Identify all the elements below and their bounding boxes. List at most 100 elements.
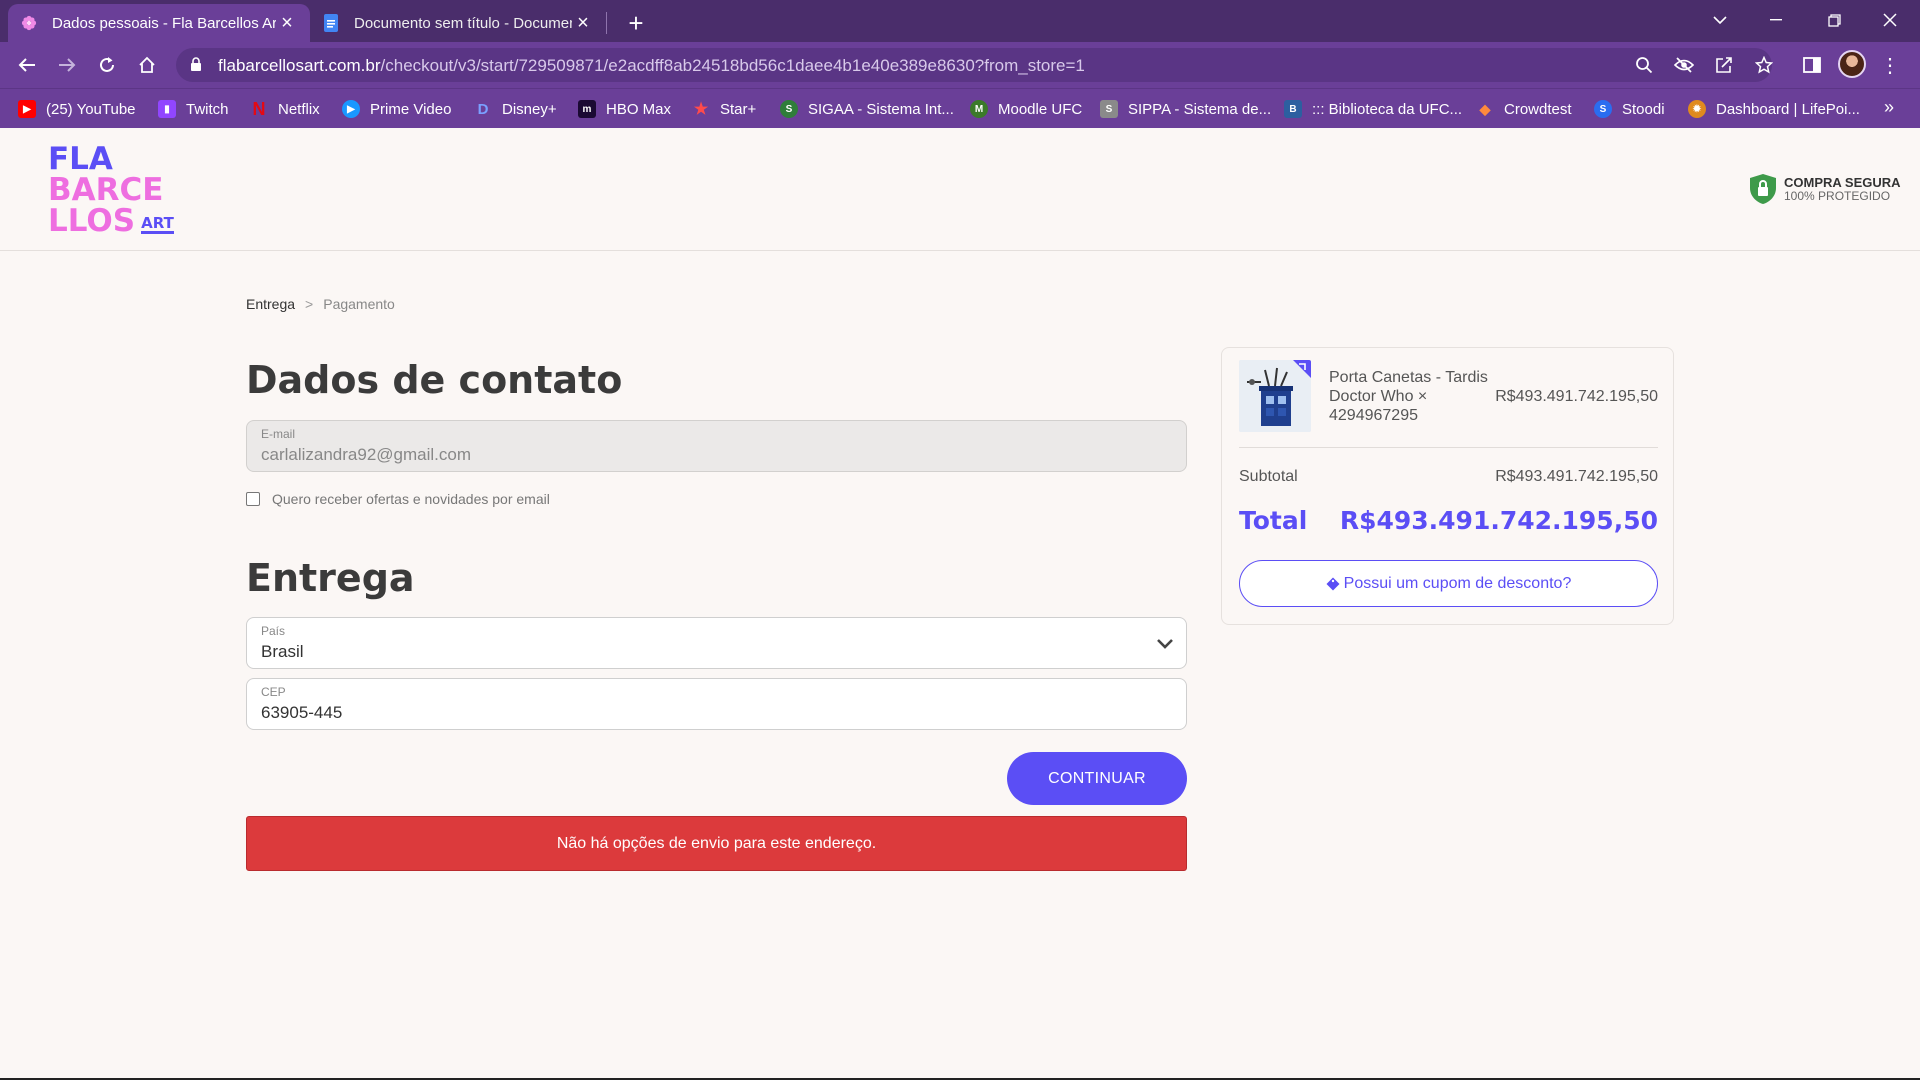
subtotal-label: Subtotal	[1239, 468, 1298, 485]
bookmark-sippa[interactable]: S SIPPA - Sistema de...	[1100, 97, 1271, 121]
store-logo[interactable]: FLA BARCE LLOS ART	[48, 144, 174, 237]
shield-lock-icon	[1750, 174, 1776, 204]
bookmark-label: Disney+	[502, 100, 557, 118]
home-icon[interactable]	[131, 49, 163, 81]
reload-icon[interactable]	[91, 49, 123, 81]
country-value: Brasil	[261, 642, 304, 661]
lock-icon[interactable]	[190, 57, 202, 77]
secure-purchase-badge: COMPRA SEGURA 100% PROTEGIDO	[1748, 173, 1901, 205]
moodle-icon: M	[970, 100, 988, 118]
email-field[interactable]: E-mail carlalizandra92@gmail.com	[246, 420, 1187, 472]
browser-menu-icon[interactable]: ⋮	[1880, 50, 1900, 80]
twitch-icon: ▮	[158, 100, 176, 118]
url-path: /checkout/v3/start/729509871/e2acdff8ab2…	[380, 56, 1085, 75]
breadcrumb-pagamento: Pagamento	[323, 296, 395, 312]
sigaa-icon: S	[780, 100, 798, 118]
bookmark-sigaa[interactable]: S SIGAA - Sistema Int...	[780, 97, 954, 121]
new-tab-button[interactable]: +	[620, 7, 652, 39]
close-tab-icon[interactable]: ×	[276, 12, 298, 34]
bookmark-label: (25) YouTube	[46, 100, 136, 118]
continue-button[interactable]: CONTINUAR	[1007, 752, 1187, 805]
flower-favicon-icon	[20, 14, 38, 32]
bookmark-star-plus[interactable]: ★ Star+	[692, 97, 756, 121]
logo-line-3: LLOS	[48, 203, 136, 239]
site-header: FLA BARCE LLOS ART COMPRA SEGURA 100% PRO…	[0, 128, 1920, 251]
logo-line-2: BARCE	[48, 172, 164, 208]
forward-arrow-icon[interactable]	[51, 49, 83, 81]
bookmark-youtube[interactable]: ▶ (25) YouTube	[18, 97, 136, 121]
zoom-search-icon[interactable]	[1632, 53, 1656, 77]
sippa-icon: S	[1100, 100, 1118, 118]
breadcrumb: Entrega > Pagamento	[246, 296, 395, 312]
breadcrumb-separator: >	[305, 296, 314, 312]
eye-slash-icon[interactable]	[1672, 53, 1696, 77]
chevron-down-icon	[1157, 639, 1173, 649]
bookmark-label: Crowdtest	[1504, 100, 1572, 118]
bookmark-label: Prime Video	[370, 100, 452, 118]
tab-dados-pessoais[interactable]: Dados pessoais - Fla Barcellos Art ×	[8, 4, 310, 42]
bookmark-disney[interactable]: D Disney+	[474, 97, 557, 121]
tab-title: Documento sem título - Documentos Google	[354, 14, 572, 32]
tab-separator	[606, 12, 607, 34]
minimize-button[interactable]	[1756, 0, 1796, 40]
bookmark-prime-video[interactable]: ▶ Prime Video	[342, 97, 451, 121]
newsletter-checkbox[interactable]	[246, 492, 260, 506]
bookmark-moodle[interactable]: M Moodle UFC	[970, 97, 1082, 121]
product-price: R$493.491.742.195,50	[1495, 388, 1658, 405]
tab-search-chevron-icon[interactable]	[1700, 0, 1740, 40]
bookmark-label: Twitch	[186, 100, 229, 118]
coupon-label: Possui um cupom de desconto?	[1343, 574, 1572, 592]
bookmark-label: Netflix	[278, 100, 320, 118]
bookmark-lifepoints[interactable]: ✹ Dashboard | LifePoi...	[1688, 97, 1860, 121]
address-bar[interactable]: flabarcellosart.com.br/checkout/v3/start…	[176, 48, 1773, 82]
secure-title: COMPRA SEGURA	[1784, 174, 1901, 190]
total-label: Total	[1239, 506, 1308, 535]
country-label: País	[261, 624, 286, 638]
cep-field[interactable]: CEP 63905-445	[246, 678, 1187, 730]
coupon-button[interactable]: Possui um cupom de desconto?	[1239, 560, 1658, 607]
bookmark-crowdtest[interactable]: ◆ Crowdtest	[1476, 97, 1572, 121]
bookmark-twitch[interactable]: ▮ Twitch	[158, 97, 229, 121]
prime-video-icon: ▶	[342, 100, 360, 118]
product-thumbnail	[1239, 360, 1311, 432]
subtotal-value: R$493.491.742.195,50	[1495, 468, 1658, 485]
newsletter-option[interactable]: Quero receber ofertas e novidades por em…	[246, 491, 550, 507]
stoodi-icon: S	[1594, 100, 1612, 118]
bookmark-stoodi[interactable]: S Stoodi	[1594, 97, 1665, 121]
newsletter-label: Quero receber ofertas e novidades por em…	[272, 491, 550, 507]
browser-toolbar: flabarcellosart.com.br/checkout/v3/start…	[0, 42, 1920, 88]
tab-documento-google[interactable]: Documento sem título - Documentos Google…	[310, 4, 606, 42]
bookmark-netflix[interactable]: N Netflix	[250, 97, 320, 121]
delivery-heading: Entrega	[246, 556, 415, 600]
close-window-button[interactable]	[1870, 0, 1910, 40]
country-select[interactable]: País Brasil	[246, 617, 1187, 669]
tag-icon	[1326, 577, 1340, 590]
bookmark-biblioteca[interactable]: B::: Biblioteca da UFC...	[1284, 97, 1462, 121]
tab-title: Dados pessoais - Fla Barcellos Art	[52, 14, 276, 32]
logo-line-1: FLA	[48, 141, 113, 177]
profile-avatar[interactable]	[1838, 50, 1866, 78]
bookmark-label: HBO Max	[606, 100, 672, 118]
cep-label: CEP	[261, 685, 286, 699]
side-panel-icon[interactable]	[1796, 49, 1828, 81]
bookmarks-overflow-icon[interactable]: »	[1884, 97, 1894, 118]
share-icon[interactable]	[1712, 53, 1736, 77]
disney-icon: D	[477, 100, 489, 118]
back-arrow-icon[interactable]	[11, 49, 43, 81]
summary-divider	[1239, 447, 1658, 448]
bookmark-label: SIGAA - Sistema Int...	[808, 100, 954, 118]
bookmark-label: Dashboard | LifePoi...	[1716, 100, 1860, 118]
total-value: R$493.491.742.195,50	[1339, 506, 1658, 535]
breadcrumb-entrega[interactable]: Entrega	[246, 296, 295, 312]
restore-button[interactable]	[1814, 0, 1854, 40]
bookmark-hbo-max[interactable]: m HBO Max	[578, 97, 671, 121]
order-summary: Porta Canetas - Tardis Doctor Who × 4294…	[1221, 347, 1674, 625]
hbo-max-icon: m	[578, 100, 596, 118]
bookmark-label: Star+	[720, 100, 757, 118]
url-host: flabarcellosart.com.br	[218, 56, 381, 75]
bookmark-label: ::: Biblioteca da UFC...	[1312, 100, 1463, 118]
close-tab-icon[interactable]: ×	[572, 12, 594, 34]
bookmark-star-icon[interactable]	[1752, 53, 1776, 77]
url-text: flabarcellosart.com.br/checkout/v3/start…	[218, 56, 1085, 76]
cep-value: 63905-445	[261, 703, 343, 722]
